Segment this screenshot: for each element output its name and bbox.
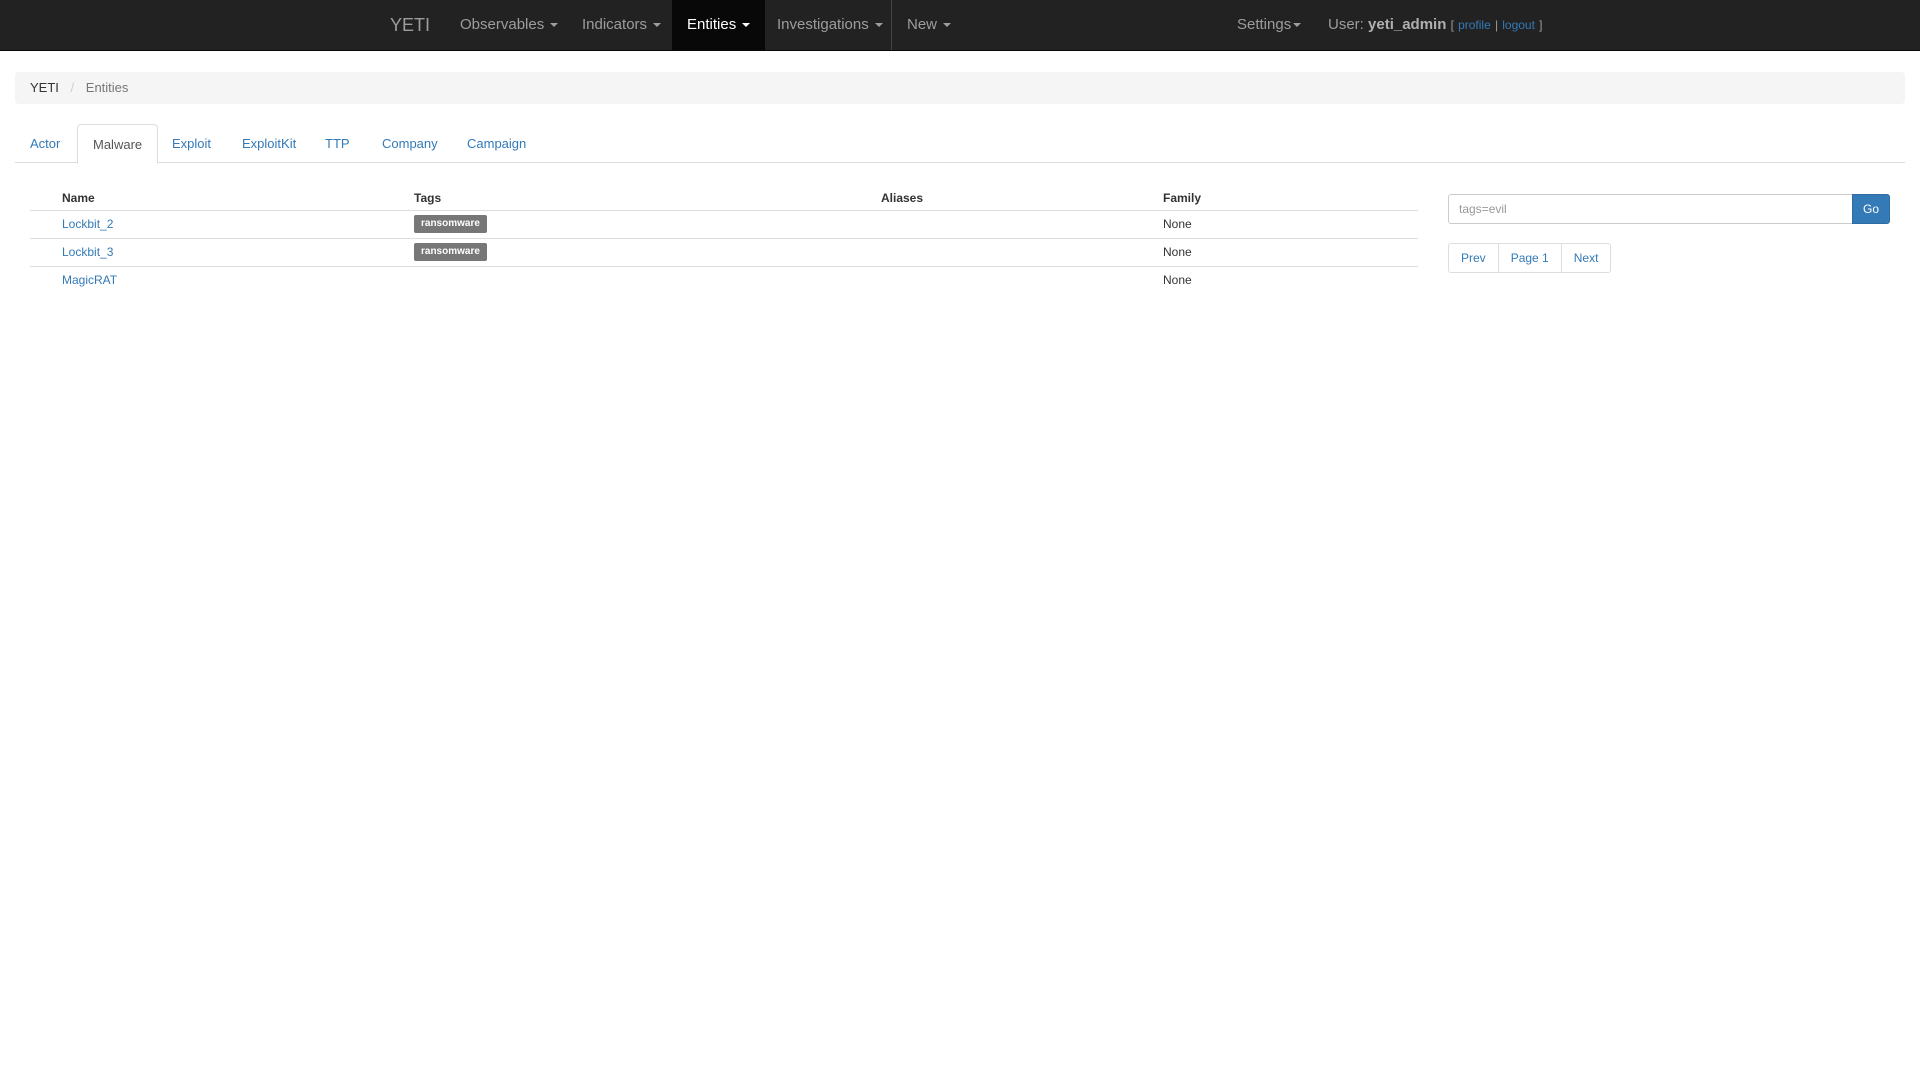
caret-down-icon xyxy=(653,23,662,28)
nav-investigations-label: Investigations xyxy=(777,16,869,33)
current-page-button[interactable]: Page 1 xyxy=(1497,243,1562,273)
tab-actor[interactable]: Actor xyxy=(15,124,75,163)
entity-link[interactable]: Lockbit_3 xyxy=(62,245,113,259)
tab-campaign[interactable]: Campaign xyxy=(452,124,541,163)
bracket-open: [ xyxy=(1450,18,1454,32)
bracket-close: ] xyxy=(1539,18,1543,32)
table-row: Lockbit_3 ransomware None xyxy=(30,238,1418,267)
caret-down-icon xyxy=(742,23,751,28)
nav-indicators-label: Indicators xyxy=(582,16,648,33)
cell-family: None xyxy=(1163,238,1418,267)
entity-tabs: Actor Malware Exploit ExploitKit TTP Com… xyxy=(15,124,1905,164)
cell-tags: ransomware xyxy=(414,238,881,267)
cell-name: MagicRAT xyxy=(62,266,414,294)
nav-entities-label: Entities xyxy=(687,16,737,33)
cell-family: None xyxy=(1163,273,1192,288)
pagination: Prev Page 1 Next xyxy=(1448,243,1612,273)
caret-down-icon xyxy=(1293,23,1302,28)
profile-link[interactable]: profile xyxy=(1458,18,1491,32)
cell-name: Lockbit_3 xyxy=(62,238,414,267)
row-spacer xyxy=(30,266,62,294)
nav-observables-dropdown[interactable]: Observables xyxy=(445,0,573,50)
cell-tags: ransomware xyxy=(414,210,881,239)
header-tags: Tags xyxy=(414,186,881,211)
header-spacer xyxy=(30,186,62,211)
prev-page-button[interactable]: Prev xyxy=(1448,243,1499,273)
caret-down-icon xyxy=(874,23,883,28)
tab-company[interactable]: Company xyxy=(367,124,453,163)
table-header-row: Name Tags Aliases Family xyxy=(30,186,1418,211)
nav-observables-label: Observables xyxy=(460,16,545,33)
cell-aliases xyxy=(881,266,1163,294)
tag-badge[interactable]: ransomware xyxy=(414,243,487,261)
tab-exploit[interactable]: Exploit xyxy=(157,124,226,163)
breadcrumb-current: Entities xyxy=(85,80,129,95)
nav-new-label: New xyxy=(907,16,938,33)
nav-investigations-dropdown[interactable]: Investigations xyxy=(762,0,898,50)
row-spacer xyxy=(30,238,62,267)
cell-aliases xyxy=(881,238,1163,267)
entity-link[interactable]: MagicRAT xyxy=(62,273,117,287)
nav-settings-label: Settings xyxy=(1237,16,1292,33)
caret-down-icon xyxy=(943,23,952,28)
tag-badge[interactable]: ransomware xyxy=(414,215,487,233)
header-aliases: Aliases xyxy=(881,186,1163,211)
user-info: User: yeti_admin [ profile | logout ] xyxy=(1328,0,1542,50)
search-input[interactable] xyxy=(1448,194,1853,224)
caret-down-icon xyxy=(550,23,559,28)
nav-settings-dropdown[interactable]: Settings xyxy=(1222,0,1302,50)
header-name: Name xyxy=(62,186,414,211)
header-family: Family xyxy=(1163,186,1418,211)
brand-link[interactable]: YETI xyxy=(376,0,444,50)
table-row: Lockbit_2 ransomware None xyxy=(30,210,1418,239)
next-page-button[interactable]: Next xyxy=(1560,243,1612,273)
breadcrumb-separator: / xyxy=(70,80,75,95)
tab-malware[interactable]: Malware xyxy=(77,124,159,164)
cell-family: None xyxy=(1163,210,1418,239)
cell-name: Lockbit_2 xyxy=(62,210,414,239)
malware-table: Name Tags Aliases Family Lockbit_2 ranso… xyxy=(30,186,1418,294)
breadcrumb-home-link[interactable]: YETI xyxy=(30,80,59,95)
breadcrumb: YETI / Entities xyxy=(15,72,1905,104)
row-spacer xyxy=(30,210,62,239)
nav-new-dropdown[interactable]: New xyxy=(892,0,966,50)
go-button[interactable]: Go xyxy=(1852,194,1890,224)
cell-tags xyxy=(414,266,881,294)
user-prefix: User: xyxy=(1328,16,1364,33)
table-row: MagicRAT None xyxy=(30,266,1418,294)
cell-aliases xyxy=(881,210,1163,239)
tab-exploitkit[interactable]: ExploitKit xyxy=(227,124,311,163)
top-navbar: YETI Observables Indicators Entities Inv… xyxy=(0,0,1920,51)
bracket-separator: | xyxy=(1494,18,1499,32)
nav-entities-dropdown[interactable]: Entities xyxy=(672,0,766,50)
tab-ttp[interactable]: TTP xyxy=(310,124,365,163)
entity-link[interactable]: Lockbit_2 xyxy=(62,217,113,231)
logout-link[interactable]: logout xyxy=(1502,18,1535,32)
username: yeti_admin xyxy=(1368,16,1447,33)
nav-indicators-dropdown[interactable]: Indicators xyxy=(567,0,676,50)
